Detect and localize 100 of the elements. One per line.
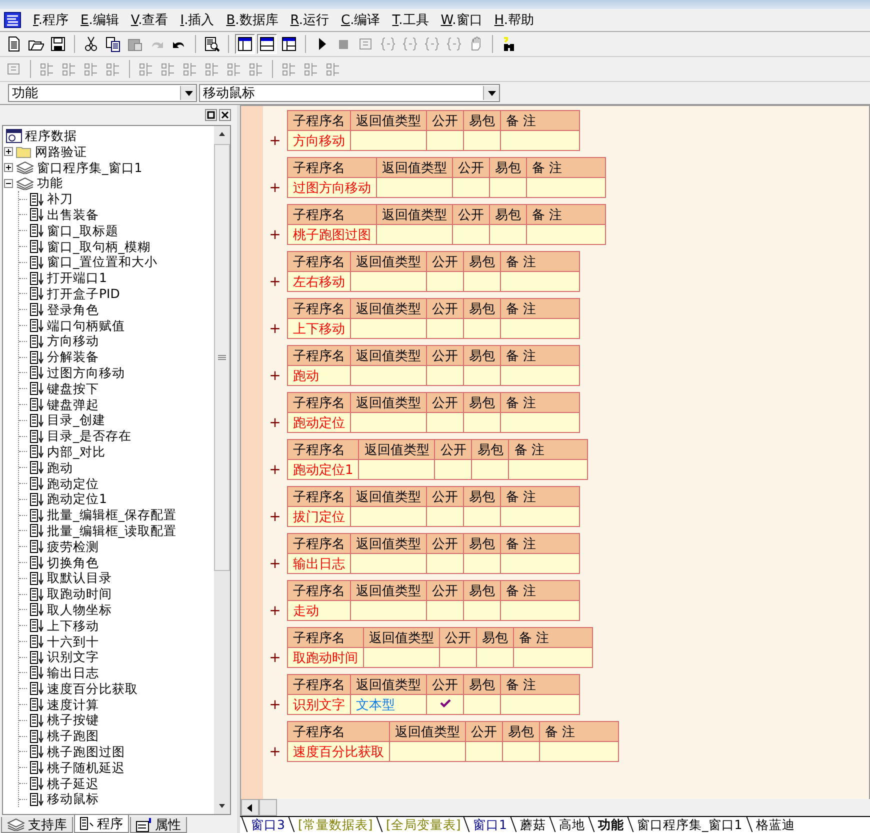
tree-item[interactable]: 移动鼠标 — [47, 791, 99, 808]
expand-toggle[interactable]: + — [263, 554, 287, 574]
table-cell[interactable]: 输出日志 — [288, 554, 350, 574]
tree-item[interactable]: 取人物坐标 — [47, 602, 112, 618]
expand-icon[interactable] — [4, 147, 13, 156]
brace-icon[interactable] — [380, 36, 396, 52]
tree-item[interactable]: 内部_对比 — [47, 444, 106, 460]
table-cell[interactable] — [426, 600, 464, 620]
menu-item[interactable]: W.窗口 — [434, 9, 488, 31]
tree-item[interactable]: 跑动 — [47, 460, 73, 476]
tree-item[interactable]: 目录_是否存在 — [47, 428, 132, 444]
tree-item[interactable]: 桃子延迟 — [47, 776, 99, 792]
tree-item[interactable]: 登录角色 — [47, 302, 99, 318]
brace-icon[interactable] — [446, 36, 462, 52]
menu-item[interactable]: R.运行 — [284, 9, 336, 31]
tree-item[interactable]: 输出日志 — [47, 665, 99, 681]
tree-item[interactable]: 跑动定位 — [47, 476, 99, 492]
form-icon[interactable] — [6, 61, 22, 77]
resize-icon[interactable] — [325, 61, 341, 77]
align-icon[interactable] — [248, 61, 264, 77]
tree-item[interactable]: 跑动定位1 — [47, 491, 107, 508]
layout-toggle[interactable] — [257, 34, 277, 54]
expand-toggle[interactable]: + — [263, 742, 287, 762]
table-cell[interactable] — [426, 554, 464, 574]
document-tab[interactable]: 窗口程序集_窗口1 — [628, 817, 752, 832]
menu-item[interactable]: C.编译 — [335, 9, 386, 31]
table-cell[interactable]: 桃子跑图过图 — [288, 224, 376, 244]
scrollbar-thumb[interactable] — [259, 799, 277, 816]
table-cell[interactable] — [466, 742, 502, 762]
close-icon[interactable] — [219, 109, 231, 121]
tree-item[interactable]: 程序数据 — [25, 128, 77, 144]
preview-icon[interactable] — [204, 36, 220, 52]
table-cell[interactable] — [426, 694, 464, 714]
table-cell[interactable]: 上下移动 — [288, 318, 350, 338]
table-cell[interactable]: 过图方向移动 — [288, 178, 376, 198]
table-cell[interactable]: 方向移动 — [288, 130, 350, 150]
check-icon[interactable] — [440, 699, 450, 708]
align-icon[interactable] — [138, 61, 154, 77]
align-icon[interactable] — [182, 61, 198, 77]
tree-item[interactable]: 键盘弹起 — [47, 396, 99, 412]
brace-icon[interactable] — [402, 36, 418, 52]
table-cell[interactable] — [434, 460, 472, 480]
table-cell[interactable] — [426, 130, 464, 150]
resize-icon[interactable] — [303, 61, 319, 77]
scrollbar-thumb[interactable] — [214, 144, 230, 571]
expand-toggle[interactable]: + — [263, 601, 287, 621]
brace-icon[interactable] — [424, 36, 440, 52]
expand-toggle[interactable]: + — [263, 366, 287, 386]
tree-item[interactable]: 补刀 — [47, 191, 73, 207]
align-icon[interactable] — [61, 61, 77, 77]
cut-icon[interactable] — [83, 36, 99, 52]
tree-item[interactable]: 打开盒子PID — [47, 286, 120, 302]
tree-item[interactable]: 目录_创建 — [47, 412, 106, 428]
help-binoculars-icon[interactable] — [501, 36, 517, 52]
table-cell[interactable] — [440, 648, 476, 668]
tree-item[interactable]: 取默认目录 — [47, 570, 112, 586]
menu-item[interactable]: H.帮助 — [488, 9, 540, 31]
align-icon[interactable] — [83, 61, 99, 77]
expand-toggle[interactable]: + — [263, 225, 287, 245]
tree-item[interactable]: 桃子随机延迟 — [47, 760, 125, 776]
tree-item[interactable]: 桃子跑图 — [47, 728, 99, 744]
table-cell[interactable]: 左右移动 — [288, 272, 350, 292]
tree-item[interactable]: 端口句柄赋值 — [47, 318, 125, 334]
tree-item[interactable]: 方向移动 — [47, 333, 99, 350]
dropdown[interactable]: 功能 — [8, 84, 197, 102]
tree-item[interactable]: 窗口_置位置和大小 — [47, 254, 158, 270]
tree-item[interactable]: 网路验证 — [35, 144, 87, 160]
new-file-icon[interactable] — [6, 36, 22, 52]
tree-item[interactable]: 分解装备 — [47, 349, 99, 365]
tree-item[interactable]: 批量_编辑框_保存配置 — [47, 507, 176, 523]
table-cell[interactable]: 速度百分比获取 — [288, 742, 390, 762]
menu-item[interactable]: I.插入 — [174, 9, 220, 31]
expand-toggle[interactable]: + — [263, 178, 287, 198]
table-cell[interactable]: 取跑动时间 — [288, 648, 364, 668]
panel-tab[interactable]: 程序 — [74, 815, 129, 833]
tree-item[interactable]: 识别文字 — [47, 649, 99, 666]
tree-item[interactable]: 疲劳检测 — [47, 538, 99, 555]
tree-item[interactable]: 速度百分比获取 — [47, 680, 138, 697]
tree-item[interactable]: 窗口_取标题 — [47, 222, 118, 239]
expand-toggle[interactable]: + — [263, 272, 287, 292]
expand-toggle[interactable]: + — [263, 413, 287, 433]
tree-item[interactable]: 切换角色 — [47, 554, 99, 570]
tree-item[interactable]: 桃子跑图过图 — [47, 744, 125, 760]
document-tab[interactable]: [常量数据表] — [288, 817, 382, 832]
layout-toggle[interactable] — [235, 34, 255, 54]
tree-item[interactable]: 功能 — [37, 175, 63, 192]
tree-item[interactable]: 速度计算 — [47, 696, 99, 712]
save-icon[interactable] — [50, 36, 66, 52]
table-cell[interactable]: 识别文字 — [288, 694, 350, 714]
document-tab[interactable]: 蘑菇 — [510, 817, 556, 832]
tree-item[interactable]: 取跑动时间 — [47, 586, 112, 602]
table-cell[interactable]: 拔门定位 — [288, 506, 350, 526]
tree-item[interactable]: 窗口程序集_窗口1 — [37, 160, 142, 176]
table-cell[interactable]: 跑动定位 — [288, 412, 350, 432]
restore-icon[interactable] — [205, 109, 217, 121]
tree-item[interactable]: 桃子按键 — [47, 712, 99, 728]
table-cell[interactable]: 文本型 — [350, 694, 426, 714]
dropdown[interactable]: 移动鼠标 — [199, 84, 500, 102]
panel-tab[interactable]: 属性 — [130, 817, 187, 833]
table-cell[interactable] — [426, 412, 464, 432]
